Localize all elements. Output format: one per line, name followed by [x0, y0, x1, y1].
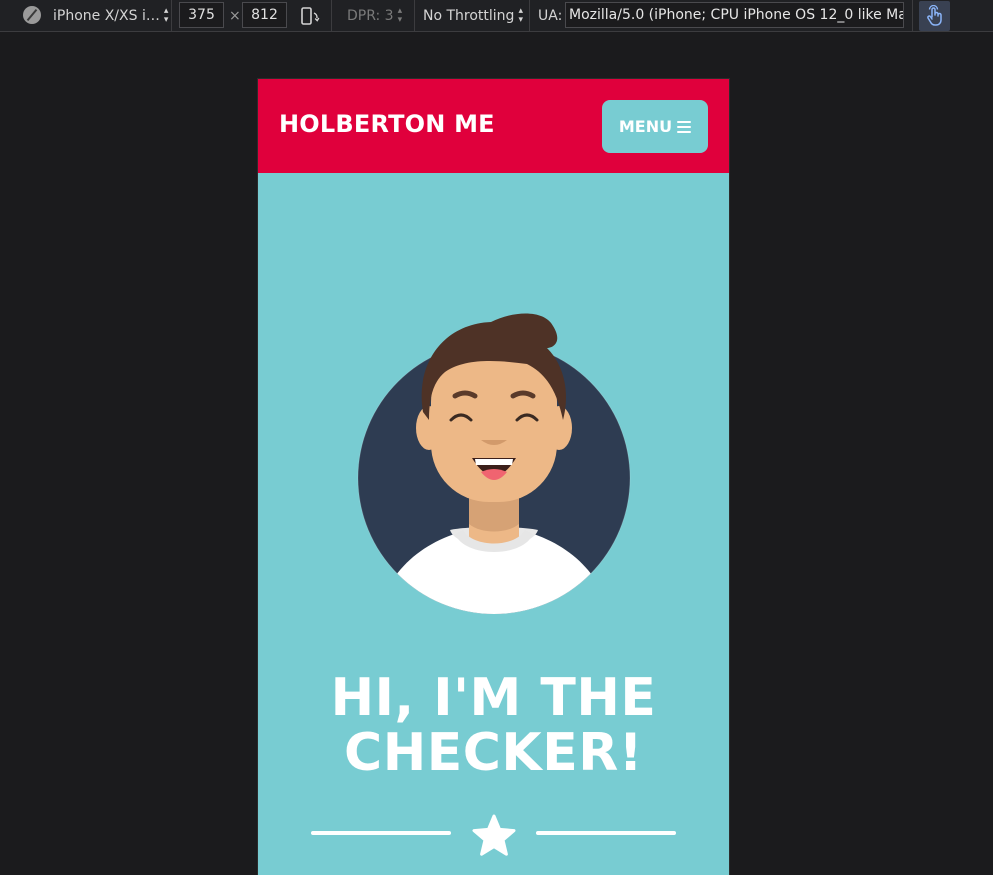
headline-line-1: HI, I'M THE: [330, 668, 657, 728]
menu-label: MENU: [618, 117, 673, 136]
compass-icon[interactable]: [23, 6, 41, 24]
throttling-select[interactable]: No Throttling ▴ ▾: [423, 0, 523, 32]
height-input[interactable]: 812: [242, 2, 287, 28]
divider-line-right: [536, 831, 676, 835]
user-agent-input[interactable]: Mozilla/5.0 (iPhone; CPU iPhone OS 12_0 …: [565, 2, 904, 28]
hamburger-icon: [677, 120, 692, 133]
site-header: HOLBERTON ME MENU: [258, 79, 729, 173]
toolbar-separator: [171, 0, 172, 32]
select-caret-icon: ▴ ▾: [518, 6, 523, 25]
rotate-icon[interactable]: [300, 6, 320, 26]
divider-line-left: [311, 831, 451, 835]
headline-line-2: CHECKER!: [344, 723, 643, 783]
select-caret-icon: ▴ ▾: [163, 6, 169, 25]
ua-label: UA:: [538, 8, 563, 24]
toolbar-separator: [529, 0, 530, 32]
toolbar-separator: [331, 0, 332, 32]
dimension-times: ×: [229, 8, 241, 24]
menu-button[interactable]: MENU: [602, 100, 708, 153]
dpr-select[interactable]: DPR: 3 ▴ ▾: [347, 0, 402, 32]
toolbar-separator: [912, 0, 913, 32]
hero-headline: HI, I'M THE CHECKER!: [258, 671, 729, 781]
device-viewport: HOLBERTON ME MENU HI, I'M THE CHECKER!: [258, 79, 729, 875]
touch-icon: [927, 5, 942, 26]
select-caret-icon: ▴ ▾: [397, 6, 403, 25]
touch-toggle-button[interactable]: [919, 1, 950, 31]
device-select-label: iPhone X/XS i…: [53, 8, 160, 24]
avatar-illustration: [357, 313, 631, 614]
width-input[interactable]: 375: [179, 2, 224, 28]
throttling-label: No Throttling: [423, 8, 515, 24]
devtools-device-toolbar: iPhone X/XS i… ▴ ▾ 375 × 812 DPR: 3 ▴ ▾ No T…: [0, 0, 993, 32]
dpr-label: DPR: 3: [347, 8, 394, 24]
device-select[interactable]: iPhone X/XS i… ▴ ▾: [53, 0, 168, 32]
brand-logo[interactable]: HOLBERTON ME: [279, 110, 495, 138]
star-icon: [472, 814, 516, 856]
toolbar-separator: [414, 0, 415, 32]
